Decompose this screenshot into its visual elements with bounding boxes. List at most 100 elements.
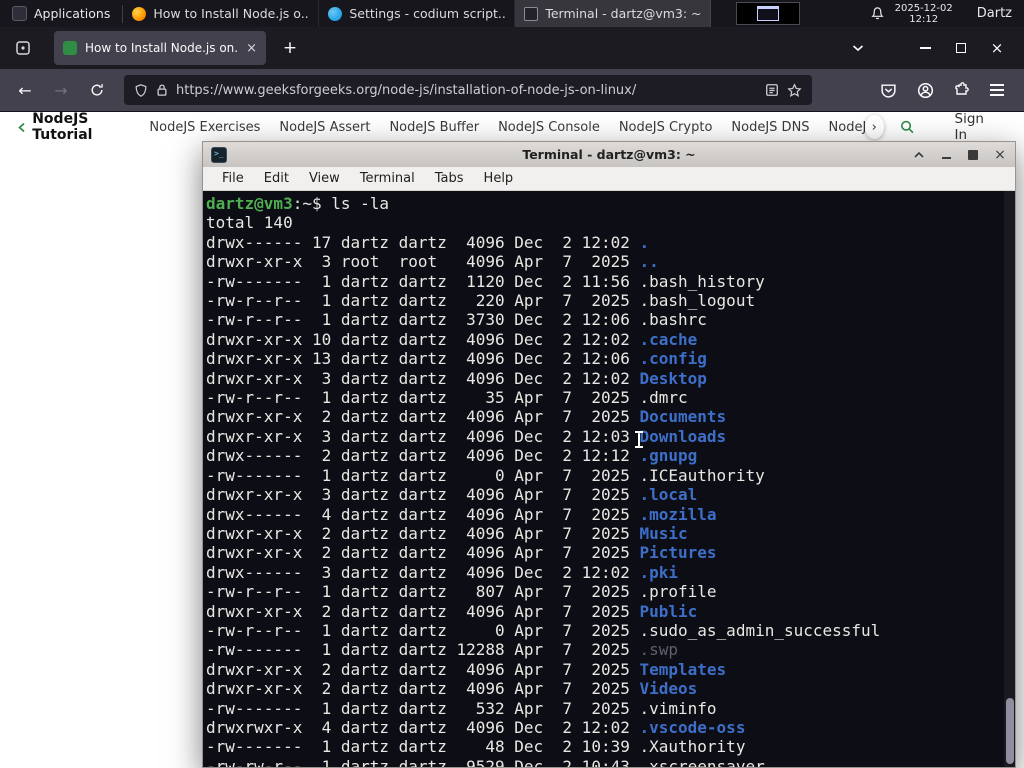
reader-view-icon[interactable] [765,83,779,97]
site-favicon [63,41,77,55]
nav-back-label: NodeJS Tutorial [32,111,93,143]
terminal-window: Terminal - dartz@vm3: ~ × File Edit View… [202,141,1016,768]
terminal-line: drwx------ 4 dartz dartz 4096 Apr 7 2025… [206,504,717,524]
terminal-line: drwxr-xr-x 3 dartz dartz 4096 Dec 2 12:0… [206,426,727,446]
desktop-panel: Applications How to Install Node.js o...… [0,0,1024,27]
applications-menu-button[interactable]: Applications [0,0,122,27]
task-label: How to Install Node.js o... [153,6,310,21]
menu-help[interactable]: Help [474,171,524,186]
taskbar-item-browser[interactable]: How to Install Node.js o... [123,0,320,27]
menu-file[interactable]: File [212,171,254,186]
back-button[interactable]: ← [10,75,40,105]
nav-link[interactable]: NodeJS Console [498,120,600,135]
taskbar-item-terminal[interactable]: Terminal - dartz@vm3: ~ [515,0,712,27]
workspace-window-icon [756,6,779,21]
list-tabs-chevron-icon[interactable] [852,44,864,52]
terminal-line: drwxr-xr-x 3 dartz dartz 4096 Dec 2 12:0… [206,368,707,388]
terminal-window-controls: × [912,148,1007,162]
terminal-output[interactable]: dartz@vm3:~$ ls -la total 140 drwx------ 1… [203,191,1015,767]
account-icon[interactable] [917,82,934,99]
site-nav-links: NodeJS Exercises NodeJS Assert NodeJS Bu… [149,120,864,135]
url-text[interactable]: https://www.geeksforgeeks.org/node-js/in… [176,83,757,98]
tracking-shield-icon[interactable] [134,83,148,98]
nav-link[interactable]: NodeJS [829,120,865,135]
menu-edit[interactable]: Edit [254,171,299,186]
nav-link[interactable]: NodeJS Crypto [619,120,713,135]
terminal-line: drwxr-xr-x 2 dartz dartz 4096 Apr 7 2025… [206,601,698,621]
terminal-line: -rw-r--r-- 1 dartz dartz 3730 Dec 2 12:0… [206,310,707,330]
task-label: Terminal - dartz@vm3: ~ [545,6,702,21]
terminal-line: drwxr-xr-x 2 dartz dartz 4096 Apr 7 2025… [206,679,698,699]
desktop: Applications How to Install Node.js o...… [0,0,1024,768]
tab-close-icon[interactable]: × [246,42,257,55]
terminal-line: drwxr-xr-x 2 dartz dartz 4096 Apr 7 2025… [206,543,717,563]
nav-scroll-right-button[interactable]: › [864,115,884,139]
firefox-view-icon[interactable] [8,33,38,63]
lock-icon[interactable] [156,83,168,97]
panel-time: 12:12 [909,13,939,25]
terminal-line: drwxr-xr-x 13 dartz dartz 4096 Dec 2 12:… [206,349,707,369]
toolbar-icons [880,82,1014,99]
menu-terminal[interactable]: Terminal [350,171,425,186]
terminal-line: -rw-r--r-- 1 dartz dartz 0 Apr 7 2025 .s… [206,620,881,640]
terminal-icon [524,6,539,21]
terminal-line: -rw-rw-r-- 1 dartz dartz 9529 Dec 2 10:4… [206,756,765,767]
sign-in-button[interactable]: Sign In [955,111,992,143]
nav-link[interactable]: NodeJS Exercises [149,120,260,135]
nav-link[interactable]: NodeJS DNS [731,120,809,135]
terminal-menubar: File Edit View Terminal Tabs Help [203,167,1015,191]
new-tab-button[interactable]: + [276,34,304,62]
codium-icon [328,6,343,21]
browser-tab-bar: How to Install Node.js on... × + × [0,27,1024,69]
site-nav-right: › Sign In [864,111,1024,143]
shade-window-icon[interactable] [912,148,926,162]
browser-close-button[interactable]: × [984,35,1010,61]
nav-link[interactable]: NodeJS Buffer [389,120,479,135]
site-navigation: NodeJS Tutorial NodeJS Exercises NodeJS … [0,111,1024,143]
nav-back-link[interactable]: NodeJS Tutorial [18,111,129,143]
terminal-titlebar[interactable]: Terminal - dartz@vm3: ~ × [203,142,1015,167]
close-window-icon[interactable]: × [993,148,1007,162]
menu-view[interactable]: View [299,171,350,186]
terminal-scrollbar[interactable] [1004,191,1015,767]
browser-minimize-button[interactable] [912,35,938,61]
terminal-line: drwxr-xr-x 10 dartz dartz 4096 Dec 2 12:… [206,329,698,349]
terminal-line: -rw-r--r-- 1 dartz dartz 220 Apr 7 2025 … [206,291,756,311]
terminal-line: drwx------ 3 dartz dartz 4096 Dec 2 12:0… [206,562,679,582]
terminal-line: -rw------- 1 dartz dartz 1120 Dec 2 11:5… [206,271,765,291]
firefox-icon [132,6,147,21]
panel-date: 2025-12-02 [894,2,953,14]
search-icon[interactable] [900,118,915,136]
nav-link[interactable]: NodeJS Assert [279,120,370,135]
pocket-icon[interactable] [880,82,897,99]
forward-button[interactable]: → [46,75,76,105]
terminal-title: Terminal - dartz@vm3: ~ [522,147,696,162]
taskbar-item-settings[interactable]: Settings - codium script... [319,0,516,27]
workspace-switcher[interactable] [735,2,800,25]
task-label: Settings - codium script... [349,6,506,21]
menu-tabs[interactable]: Tabs [425,171,474,186]
terminal-line: drwx------ 17 dartz dartz 4096 Dec 2 12:… [206,232,650,252]
terminal-line: -rw-r--r-- 1 dartz dartz 35 Apr 7 2025 .… [206,388,688,408]
browser-tab[interactable]: How to Install Node.js on... × [54,31,266,65]
terminal-line: -rw------- 1 dartz dartz 48 Dec 2 10:39 … [206,737,746,757]
maximize-window-icon[interactable] [966,148,980,162]
bookmark-star-icon[interactable] [787,82,802,98]
panel-clock[interactable]: 2025-12-02 12:12 [895,3,953,25]
menu-icon[interactable] [990,84,1004,96]
terminal-line: drwxr-xr-x 2 dartz dartz 4096 Apr 7 2025… [206,407,727,427]
terminal-window-icon [211,146,227,163]
minimize-window-icon[interactable] [939,148,953,162]
terminal-line: -rw------- 1 dartz dartz 532 Apr 7 2025 … [206,698,717,718]
reload-button[interactable] [82,75,112,105]
url-bar[interactable]: https://www.geeksforgeeks.org/node-js/in… [124,75,812,105]
notification-bell-icon[interactable] [870,6,885,21]
scrollbar-thumb[interactable] [1006,698,1014,764]
terminal-line: drwxrwxr-x 4 dartz dartz 4096 Dec 2 12:0… [206,717,746,737]
applications-label: Applications [34,6,111,21]
extensions-icon[interactable] [954,82,970,98]
terminal-line: drwxr-xr-x 2 dartz dartz 4096 Apr 7 2025… [206,659,727,679]
chevron-left-icon [18,122,25,132]
terminal-line: total 140 [206,213,293,233]
browser-maximize-button[interactable] [948,35,974,61]
